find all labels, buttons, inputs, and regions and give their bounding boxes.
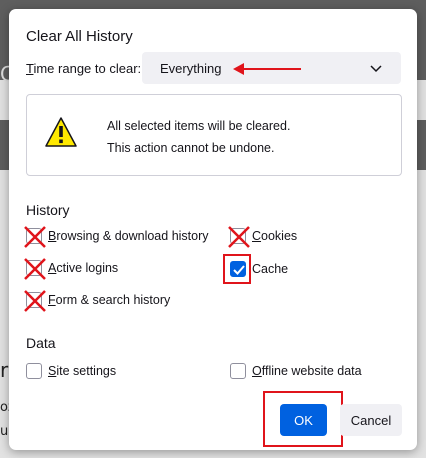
checkbox[interactable] bbox=[24, 258, 46, 280]
label-text: ookies bbox=[261, 229, 298, 243]
clear-history-dialog: Clear All History Time range to clear: E… bbox=[9, 9, 417, 450]
checkbox-browsing-download-history[interactable]: Browsing & download history bbox=[24, 226, 209, 248]
dialog-title: Clear All History bbox=[26, 28, 133, 45]
background-text-fragment: r bbox=[0, 358, 9, 382]
cancel-button[interactable]: Cancel bbox=[340, 404, 402, 436]
checkbox-label: Cookies bbox=[252, 229, 297, 243]
warning-icon bbox=[45, 117, 77, 147]
cross-mark-icon bbox=[24, 258, 46, 280]
label-text: ffline website data bbox=[261, 364, 362, 378]
label-text: ite settings bbox=[56, 364, 117, 378]
checkbox-label: Form & search history bbox=[48, 293, 170, 307]
label-text: Cache bbox=[252, 262, 289, 276]
access-key: O bbox=[252, 364, 262, 378]
warning-line-2: This action cannot be undone. bbox=[107, 141, 275, 155]
checkbox-label: Site settings bbox=[48, 364, 116, 378]
checkbox-cookies[interactable]: Cookies bbox=[228, 226, 297, 248]
access-key: F bbox=[48, 293, 56, 307]
chevron-down-icon bbox=[370, 65, 382, 73]
checkbox[interactable] bbox=[230, 363, 246, 379]
checkbox-cache[interactable]: Cache bbox=[230, 261, 288, 277]
cross-mark-icon bbox=[228, 226, 250, 248]
checkbox-offline-website-data[interactable]: Offline website data bbox=[230, 363, 362, 379]
label-text: ctive logins bbox=[56, 261, 119, 275]
access-key: C bbox=[252, 229, 262, 243]
history-heading: History bbox=[26, 202, 70, 218]
label-text: orm & search history bbox=[55, 293, 171, 307]
checkbox-label: Browsing & download history bbox=[48, 229, 209, 243]
checkbox[interactable] bbox=[228, 226, 250, 248]
checkbox-form-search-history[interactable]: Form & search history bbox=[24, 290, 170, 312]
warning-box: All selected items will be cleared. This… bbox=[26, 94, 402, 176]
cross-mark-icon bbox=[24, 226, 46, 248]
checkbox-label: Active logins bbox=[48, 261, 118, 275]
label-text: ime range to clear: bbox=[33, 61, 142, 76]
checkbox-site-settings[interactable]: Site settings bbox=[26, 363, 116, 379]
checkbox-active-logins[interactable]: Active logins bbox=[24, 258, 118, 280]
checkbox[interactable] bbox=[26, 363, 42, 379]
warning-line-1: All selected items will be cleared. bbox=[107, 119, 291, 133]
data-heading: Data bbox=[26, 335, 56, 351]
checkbox-label: Offline website data bbox=[252, 364, 362, 378]
arrow-left-icon bbox=[233, 63, 301, 75]
ok-button[interactable]: OK bbox=[280, 404, 327, 436]
checkbox[interactable] bbox=[24, 226, 46, 248]
checkbox[interactable] bbox=[24, 290, 46, 312]
checkbox-label: Cache bbox=[252, 262, 288, 276]
time-range-label: Time range to clear: bbox=[26, 61, 141, 76]
label-text: rowsing & download history bbox=[56, 229, 209, 243]
cross-mark-icon bbox=[24, 290, 46, 312]
checkmark-icon bbox=[233, 265, 245, 275]
time-range-value: Everything bbox=[160, 61, 222, 76]
checkbox[interactable] bbox=[230, 261, 246, 277]
